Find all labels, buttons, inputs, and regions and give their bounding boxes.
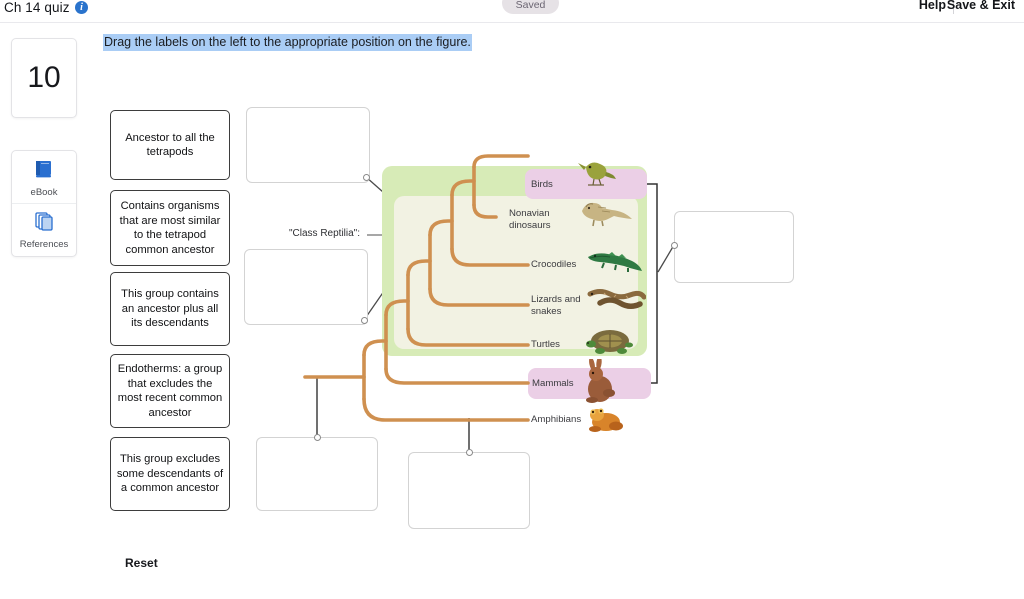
drop-zone[interactable] <box>256 437 378 511</box>
taxon-label-mammals: Mammals <box>532 378 574 389</box>
taxon-label-lizards-and-snakes: Lizards and snakes <box>531 294 581 317</box>
taxon-label-turtles: Turtles <box>531 339 560 350</box>
bird-icon <box>578 162 616 186</box>
rabbit-icon <box>586 359 615 403</box>
quiz-page: Ch 14 quiz i Saved Help Save & Exit 10 e… <box>0 0 1024 599</box>
taxon-label-crocodiles: Crocodiles <box>531 259 577 270</box>
crocodile-icon <box>588 252 642 272</box>
snake-icon <box>587 289 646 309</box>
taxon-label-birds: Birds <box>531 179 553 190</box>
drop-zone[interactable] <box>408 452 530 529</box>
drop-zone-anchor <box>466 449 473 456</box>
dinosaur-icon <box>582 202 632 227</box>
reset-button[interactable]: Reset <box>125 556 158 570</box>
taxon-label-amphibians: Amphibians <box>531 414 582 425</box>
taxon-label-nonavian-dinosaurs: Nonavian dinosaurs <box>509 208 551 231</box>
frog-icon <box>589 408 623 432</box>
turtle-icon <box>586 330 633 354</box>
phylogenetic-tree-figure: Birds Nonavian dinosaurs Crocodiles Liza… <box>300 154 700 445</box>
